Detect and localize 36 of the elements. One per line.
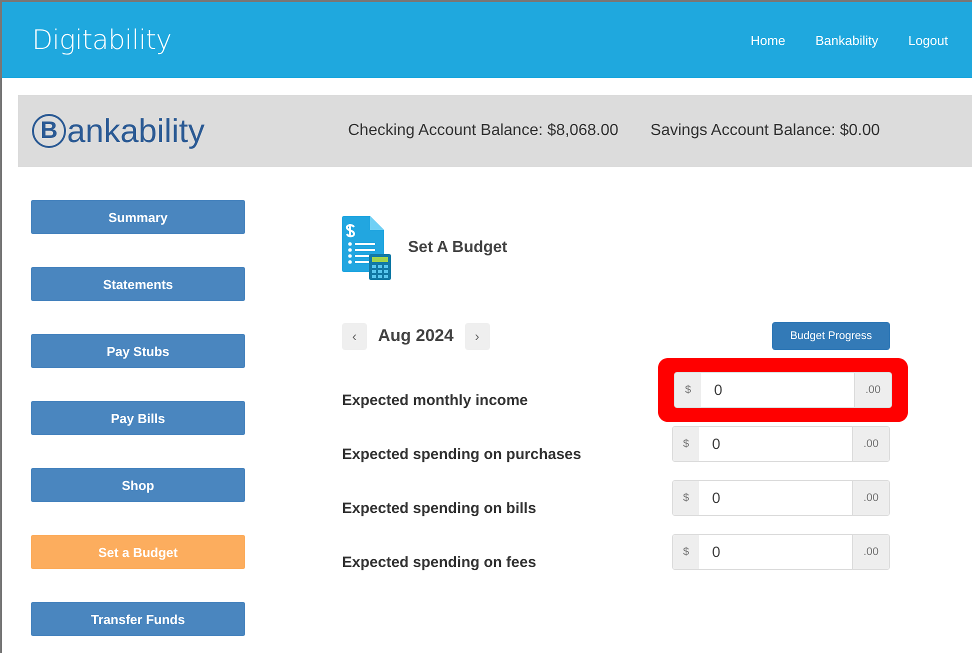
currency-prefix: $: [673, 481, 699, 515]
amount-field[interactable]: $ 0 .00: [672, 534, 890, 570]
logo-text: ankability: [67, 112, 205, 150]
cents-suffix: .00: [852, 535, 889, 569]
sidebar-button[interactable]: Statements: [31, 267, 245, 301]
amount-field[interactable]: $ 0 .00: [672, 426, 890, 462]
cents-suffix: .00: [854, 373, 891, 407]
account-balance: Checking Account Balance: $8,068.00: [348, 122, 618, 140]
page-title: Set A Budget: [408, 239, 508, 257]
currency-prefix: $: [675, 373, 701, 407]
field-label: Expected monthly income: [342, 390, 528, 408]
budget-document-icon: [342, 216, 392, 280]
sidebar-button[interactable]: Summary: [31, 200, 245, 234]
nav-link[interactable]: Logout: [908, 32, 948, 48]
logo-mark: B: [32, 114, 66, 148]
previous-month-button[interactable]: ‹: [342, 322, 367, 350]
amount-field[interactable]: $ 0 .00: [674, 372, 892, 408]
budget-progress-button[interactable]: Budget Progress: [772, 322, 890, 350]
nav-link[interactable]: Home: [750, 32, 786, 48]
field-label: Expected spending on bills: [342, 498, 536, 516]
sidebar-button[interactable]: Pay Stubs: [31, 334, 245, 368]
nav-link[interactable]: Bankability: [815, 32, 878, 48]
field-label: Expected spending on fees: [342, 552, 536, 570]
account-balance: Savings Account Balance: $0.00: [650, 122, 880, 140]
field-label: Expected spending on purchases: [342, 444, 582, 462]
month-label: Aug 2024: [378, 326, 454, 346]
cents-suffix: .00: [852, 481, 889, 515]
sidebar-button[interactable]: Shop: [31, 468, 245, 502]
currency-prefix: $: [673, 427, 699, 461]
amount-field[interactable]: $ 0 .00: [672, 480, 890, 516]
sidebar-button[interactable]: Pay Bills: [31, 401, 245, 435]
cents-suffix: .00: [852, 427, 889, 461]
currency-prefix: $: [673, 535, 699, 569]
sidebar-button[interactable]: Transfer Funds: [31, 602, 245, 636]
brand-logo[interactable]: Digitability: [32, 24, 172, 56]
next-month-button[interactable]: ›: [464, 322, 490, 350]
